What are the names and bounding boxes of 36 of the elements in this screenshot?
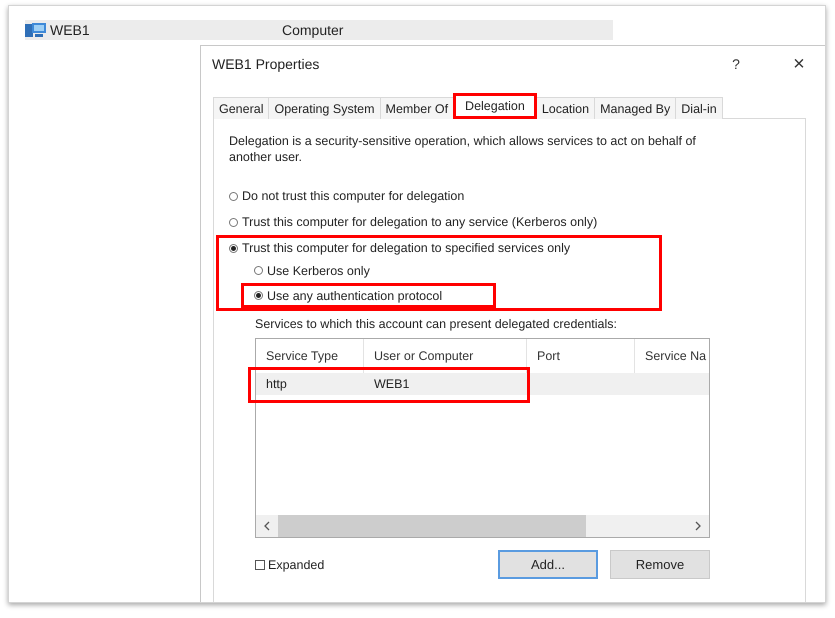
close-button[interactable]: × [789,52,809,76]
description-text: Delegation is a security-sensitive operation, which allows services to act on behalf of another user. [229,133,697,165]
option-label[interactable]: Use Kerberos only [267,264,370,278]
radio-button[interactable] [254,291,263,300]
tab[interactable]: General [213,97,270,119]
radio-button[interactable] [229,218,238,226]
checkbox[interactable] [255,560,265,570]
column-header[interactable]: Service Type [256,339,364,373]
tab[interactable]: Managed By [594,97,676,119]
radio-button[interactable] [254,266,263,275]
dialog-button[interactable]: Remove [610,550,710,579]
computer-icon [25,22,47,38]
services-label: Services to which this account can present delegated credentials: [255,317,618,331]
help-button[interactable]: ? [729,56,743,72]
tab[interactable]: Dial-in [675,97,723,119]
radio-button[interactable] [229,192,238,200]
option-label[interactable]: Trust this computer for delegation to any service (Kerberos only) [242,215,598,229]
table-cell-text: http [265,377,288,391]
radio-button[interactable] [229,244,238,252]
option-label[interactable]: Trust this computer for delegation to specified services only [242,241,570,255]
column-header[interactable]: Port [527,339,635,373]
option-label[interactable]: Use any authentication protocol [267,288,442,302]
horizontal-scrollbar[interactable] [256,515,709,537]
object-type: Computer [282,22,344,38]
list-row[interactable]: WEB1 Computer [25,20,613,40]
dialog-button[interactable]: Add... [498,550,598,579]
tab[interactable]: Member Of [380,97,454,119]
tab[interactable]: Operating System [268,97,381,119]
tab[interactable]: Delegation [453,93,537,119]
column-header[interactable]: User or Computer [364,339,527,373]
checkbox-label[interactable]: Expanded [268,558,324,572]
table-cell-text: WEB1 [373,377,410,391]
tab[interactable]: Location [536,97,596,119]
option-label[interactable]: Do not trust this computer for delegation [242,189,464,203]
object-name: WEB1 [50,22,91,38]
window-title: WEB1 Properties [212,56,320,72]
